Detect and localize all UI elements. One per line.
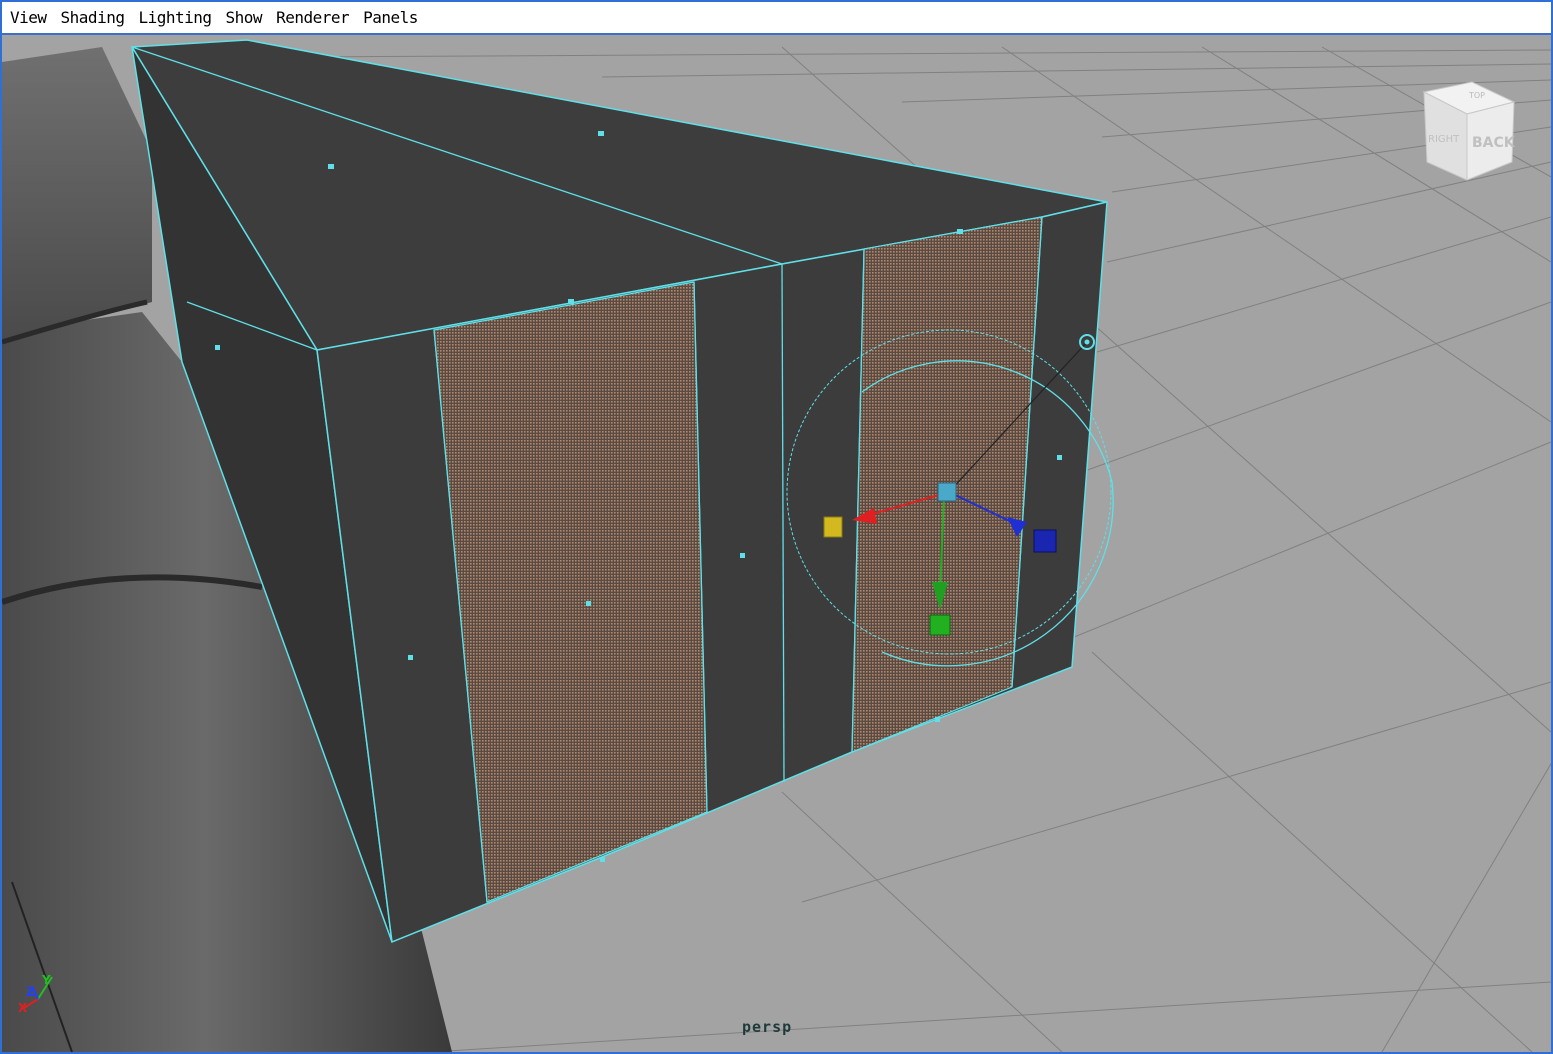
view-cube-right[interactable]: RIGHT	[1428, 134, 1460, 145]
menu-lighting[interactable]: Lighting	[138, 8, 212, 27]
menu-view[interactable]: View	[10, 8, 47, 27]
view-cube-back[interactable]: BACK	[1472, 135, 1516, 151]
menu-show[interactable]: Show	[226, 8, 263, 27]
menu-shading[interactable]: Shading	[61, 8, 125, 27]
3d-viewport[interactable]: TOP RIGHT BACK Y Z X	[2, 37, 1551, 1052]
camera-name-label: persp	[742, 1018, 793, 1036]
view-cube-top[interactable]: TOP	[1468, 91, 1485, 100]
axis-label-y: Y	[41, 973, 51, 987]
menu-renderer[interactable]: Renderer	[276, 8, 350, 27]
maya-viewport-panel: View Shading Lighting Show Renderer Pane…	[0, 0, 1553, 1054]
panel-menubar: View Shading Lighting Show Renderer Pane…	[2, 2, 1551, 35]
menu-panels[interactable]: Panels	[363, 8, 418, 27]
axis-label-x: X	[18, 1001, 28, 1015]
view-cube[interactable]: TOP RIGHT BACK	[1422, 81, 1516, 181]
axis-label-z: Z	[26, 985, 35, 999]
